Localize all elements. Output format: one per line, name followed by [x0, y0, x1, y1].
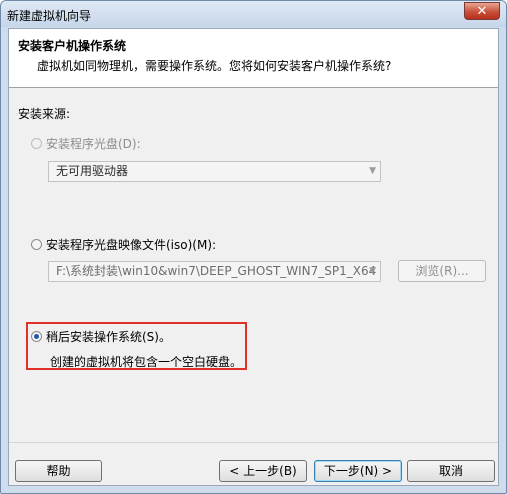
wizard-header: 安装客户机操作系统 虚拟机如同物理机，需要操作系统。您将如何安装客户机操作系统?	[9, 29, 498, 88]
footer-divider	[9, 442, 498, 443]
install-later-option[interactable]: 稍后安装操作系统(S)。	[31, 328, 171, 344]
iso-path-value: F:\系统封装\win10&win7\DEEP_GHOST_WIN7_SP1_X…	[56, 264, 377, 278]
help-button[interactable]: 帮助	[15, 460, 102, 482]
wizard-window: 新建虚拟机向导 ✕ 安装客户机操作系统 虚拟机如同物理机，需要操作系统。您将如何…	[0, 0, 507, 494]
disc-radio[interactable]	[31, 137, 42, 149]
close-icon: ✕	[476, 4, 488, 19]
drive-select[interactable]: 无可用驱动器 ▼	[48, 161, 381, 182]
iso-option[interactable]: 安装程序光盘映像文件(iso)(M):	[31, 236, 216, 252]
browse-button[interactable]: 浏览(R)...	[398, 260, 486, 282]
chevron-down-icon[interactable]: ▼	[369, 262, 376, 281]
disc-option[interactable]: 安装程序光盘(D):	[31, 135, 141, 151]
install-later-radio[interactable]	[31, 330, 42, 342]
chevron-down-icon: ▼	[369, 166, 376, 176]
install-later-label: 稍后安装操作系统(S)。	[46, 329, 171, 344]
iso-option-label: 安装程序光盘映像文件(iso)(M):	[46, 237, 217, 252]
title-bar[interactable]: 新建虚拟机向导 ✕	[1, 1, 506, 27]
cancel-button[interactable]: 取消	[407, 460, 495, 482]
iso-path-combobox[interactable]: F:\系统封装\win10&win7\DEEP_GHOST_WIN7_SP1_X…	[48, 261, 381, 282]
install-later-description: 创建的虚拟机将包含一个空白硬盘。	[50, 355, 243, 369]
window-title: 新建虚拟机向导	[7, 9, 92, 23]
iso-radio[interactable]	[31, 238, 42, 250]
back-button[interactable]: < 上一步(B)	[219, 460, 307, 482]
next-button[interactable]: 下一步(N) >	[314, 460, 402, 482]
disc-option-label: 安装程序光盘(D):	[46, 136, 141, 151]
close-button[interactable]: ✕	[464, 2, 500, 20]
drive-select-value: 无可用驱动器	[56, 164, 129, 178]
page-title: 安装客户机操作系统	[18, 39, 127, 53]
page-subtitle: 虚拟机如同物理机，需要操作系统。您将如何安装客户机操作系统?	[37, 59, 392, 73]
install-source-label: 安装来源:	[18, 107, 71, 121]
wizard-content: 安装客户机操作系统 虚拟机如同物理机，需要操作系统。您将如何安装客户机操作系统?…	[8, 28, 499, 486]
